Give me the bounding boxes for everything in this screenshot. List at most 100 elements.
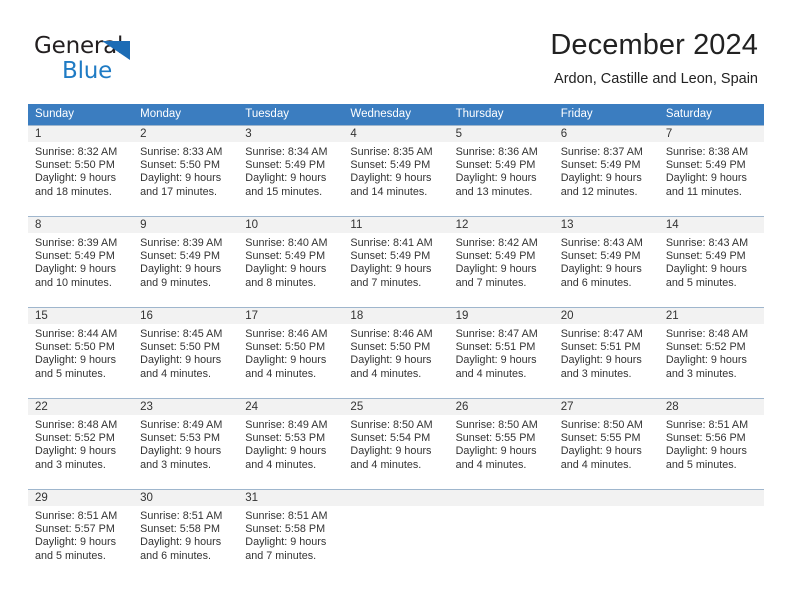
daylight-text-2: and 4 minutes.	[245, 367, 317, 380]
sunset-text: Sunset: 5:50 PM	[35, 341, 115, 354]
day-cell[interactable]: Sunrise: 8:44 AM Sunset: 5:50 PM Dayligh…	[28, 324, 133, 398]
day-number[interactable]: 30	[133, 490, 238, 506]
day-cell[interactable]: Sunrise: 8:41 AM Sunset: 5:49 PM Dayligh…	[343, 233, 448, 307]
daylight-text-2: and 6 minutes.	[140, 549, 211, 562]
daylight-text-2: and 7 minutes.	[455, 276, 527, 289]
day-cell[interactable]: Sunrise: 8:51 AM Sunset: 5:58 PM Dayligh…	[238, 506, 343, 580]
sunrise-text: Sunrise: 8:42 AM	[455, 237, 538, 249]
day-cell[interactable]: Sunrise: 8:50 AM Sunset: 5:55 PM Dayligh…	[449, 415, 554, 489]
day-cell[interactable]: Sunrise: 8:39 AM Sunset: 5:49 PM Dayligh…	[28, 233, 133, 307]
day-number[interactable]: 14	[659, 217, 764, 233]
sunrise-text: Sunrise: 8:39 AM	[140, 237, 223, 249]
day-number[interactable]: 2	[133, 126, 238, 142]
day-cell[interactable]: Sunrise: 8:36 AM Sunset: 5:49 PM Dayligh…	[449, 142, 554, 216]
general-blue-logo[interactable]: General Blue	[34, 33, 214, 85]
day-cell[interactable]: Sunrise: 8:47 AM Sunset: 5:51 PM Dayligh…	[449, 324, 554, 398]
day-cell[interactable]: Sunrise: 8:48 AM Sunset: 5:52 PM Dayligh…	[28, 415, 133, 489]
day-cell[interactable]: Sunrise: 8:35 AM Sunset: 5:49 PM Dayligh…	[343, 142, 448, 216]
day-cell[interactable]: Sunrise: 8:33 AM Sunset: 5:50 PM Dayligh…	[133, 142, 238, 216]
day-cell[interactable]: Sunrise: 8:43 AM Sunset: 5:49 PM Dayligh…	[554, 233, 659, 307]
day-cell[interactable]: Sunrise: 8:46 AM Sunset: 5:50 PM Dayligh…	[238, 324, 343, 398]
day-number[interactable]: 9	[133, 217, 238, 233]
day-cell[interactable]: Sunrise: 8:34 AM Sunset: 5:49 PM Dayligh…	[238, 142, 343, 216]
day-number[interactable]: 18	[343, 308, 448, 324]
sunrise-text: Sunrise: 8:36 AM	[455, 146, 538, 158]
day-cell[interactable]: Sunrise: 8:43 AM Sunset: 5:49 PM Dayligh…	[659, 233, 764, 307]
day-detail-band: Sunrise: 8:32 AM Sunset: 5:50 PM Dayligh…	[28, 142, 764, 216]
daylight-text-1: Daylight: 9 hours	[665, 172, 747, 185]
calendar-week-row: 22 23 24 25 26 27 28 Sunrise: 8:48 AM Su…	[28, 398, 764, 489]
day-cell[interactable]: Sunrise: 8:38 AM Sunset: 5:49 PM Dayligh…	[659, 142, 764, 216]
daylight-text-2: and 3 minutes.	[35, 458, 106, 471]
day-number[interactable]: 7	[659, 126, 764, 142]
daylight-text-1: Daylight: 9 hours	[245, 445, 327, 458]
daylight-text-1: Daylight: 9 hours	[35, 172, 117, 185]
day-number[interactable]: 10	[238, 217, 343, 233]
day-cell[interactable]: Sunrise: 8:49 AM Sunset: 5:53 PM Dayligh…	[238, 415, 343, 489]
day-number-band: 8 9 10 11 12 13 14	[28, 217, 764, 233]
day-cell[interactable]: Sunrise: 8:42 AM Sunset: 5:49 PM Dayligh…	[449, 233, 554, 307]
sunrise-text: Sunrise: 8:44 AM	[35, 328, 118, 340]
sunrise-text: Sunrise: 8:40 AM	[245, 237, 328, 249]
day-number[interactable]: 20	[554, 308, 659, 324]
day-number[interactable]: 4	[343, 126, 448, 142]
daylight-text-1: Daylight: 9 hours	[245, 536, 327, 549]
sunrise-text: Sunrise: 8:50 AM	[350, 419, 433, 431]
daylight-text-2: and 3 minutes.	[140, 458, 211, 471]
day-cell[interactable]: Sunrise: 8:49 AM Sunset: 5:53 PM Dayligh…	[133, 415, 238, 489]
day-number[interactable]: 26	[449, 399, 554, 415]
day-cell-empty	[554, 506, 659, 580]
day-cell[interactable]: Sunrise: 8:46 AM Sunset: 5:50 PM Dayligh…	[343, 324, 448, 398]
day-number[interactable]: 28	[659, 399, 764, 415]
day-cell[interactable]: Sunrise: 8:50 AM Sunset: 5:54 PM Dayligh…	[343, 415, 448, 489]
day-number[interactable]: 23	[133, 399, 238, 415]
day-number[interactable]: 5	[449, 126, 554, 142]
day-number[interactable]: 15	[28, 308, 133, 324]
day-number[interactable]: 27	[554, 399, 659, 415]
sunset-text: Sunset: 5:49 PM	[560, 250, 641, 263]
day-number-band: 29 30 31	[28, 490, 764, 506]
sunset-text: Sunset: 5:52 PM	[665, 341, 746, 354]
day-number[interactable]: 31	[238, 490, 343, 506]
sunset-text: Sunset: 5:50 PM	[245, 341, 326, 354]
day-number[interactable]: 22	[28, 399, 133, 415]
day-number[interactable]: 21	[659, 308, 764, 324]
daylight-text-1: Daylight: 9 hours	[560, 354, 642, 367]
sunset-text: Sunset: 5:49 PM	[455, 250, 536, 263]
sunrise-text: Sunrise: 8:41 AM	[350, 237, 433, 249]
day-number[interactable]: 29	[28, 490, 133, 506]
day-cell[interactable]: Sunrise: 8:51 AM Sunset: 5:58 PM Dayligh…	[133, 506, 238, 580]
day-number[interactable]: 19	[449, 308, 554, 324]
day-cell[interactable]: Sunrise: 8:40 AM Sunset: 5:49 PM Dayligh…	[238, 233, 343, 307]
day-number-band: 15 16 17 18 19 20 21	[28, 308, 764, 324]
day-cell[interactable]: Sunrise: 8:51 AM Sunset: 5:57 PM Dayligh…	[28, 506, 133, 580]
day-number[interactable]: 1	[28, 126, 133, 142]
day-cell[interactable]: Sunrise: 8:37 AM Sunset: 5:49 PM Dayligh…	[554, 142, 659, 216]
day-number[interactable]: 25	[343, 399, 448, 415]
day-cell[interactable]: Sunrise: 8:48 AM Sunset: 5:52 PM Dayligh…	[659, 324, 764, 398]
calendar-page: General Blue December 2024 Ardon, Castil…	[0, 0, 792, 612]
day-cell[interactable]: Sunrise: 8:50 AM Sunset: 5:55 PM Dayligh…	[554, 415, 659, 489]
day-number[interactable]: 12	[449, 217, 554, 233]
day-number[interactable]: 13	[554, 217, 659, 233]
sunset-text: Sunset: 5:50 PM	[35, 159, 115, 172]
day-number[interactable]: 6	[554, 126, 659, 142]
weekday-header-wednesday: Wednesday	[350, 108, 411, 120]
day-number[interactable]: 3	[238, 126, 343, 142]
sunrise-text: Sunrise: 8:38 AM	[665, 146, 749, 158]
day-number[interactable]: 11	[343, 217, 448, 233]
sunrise-text: Sunrise: 8:37 AM	[560, 146, 643, 158]
day-number[interactable]: 24	[238, 399, 343, 415]
day-cell[interactable]: Sunrise: 8:45 AM Sunset: 5:50 PM Dayligh…	[133, 324, 238, 398]
day-cell[interactable]: Sunrise: 8:47 AM Sunset: 5:51 PM Dayligh…	[554, 324, 659, 398]
day-cell[interactable]: Sunrise: 8:39 AM Sunset: 5:49 PM Dayligh…	[133, 233, 238, 307]
day-number[interactable]: 8	[28, 217, 133, 233]
day-cell[interactable]: Sunrise: 8:51 AM Sunset: 5:56 PM Dayligh…	[659, 415, 764, 489]
day-cell[interactable]: Sunrise: 8:32 AM Sunset: 5:50 PM Dayligh…	[28, 142, 133, 216]
sunset-text: Sunset: 5:49 PM	[665, 159, 746, 172]
sunset-text: Sunset: 5:49 PM	[245, 250, 326, 263]
day-cell-empty	[659, 506, 764, 580]
day-number[interactable]: 17	[238, 308, 343, 324]
daylight-text-2: and 8 minutes.	[245, 276, 317, 289]
day-number[interactable]: 16	[133, 308, 238, 324]
